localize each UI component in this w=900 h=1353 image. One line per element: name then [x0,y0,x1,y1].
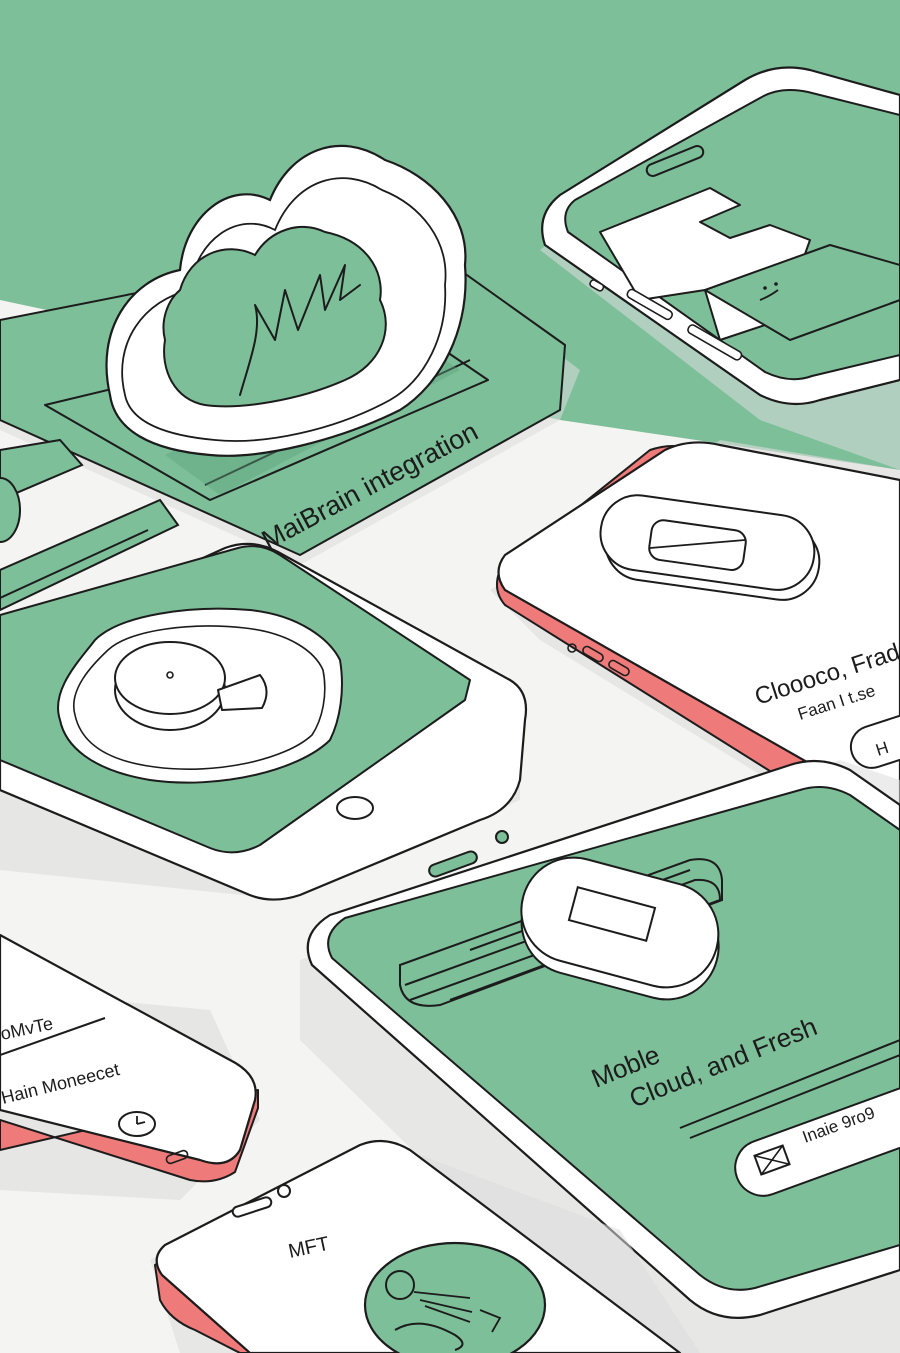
phone-bottom-left: oMvTe Hain Moneecet [0,933,260,1200]
bottom-camera-dot [277,1184,291,1198]
main-camera-dot [495,830,509,844]
home-button[interactable] [336,796,374,820]
clock-icon [118,1111,156,1137]
isometric-illustration: MaiBrain integration Cloooco, Frade Faan… [0,0,900,1353]
disc-icon [57,607,343,784]
person-icon [363,1241,547,1353]
phone-center-left [0,542,528,901]
